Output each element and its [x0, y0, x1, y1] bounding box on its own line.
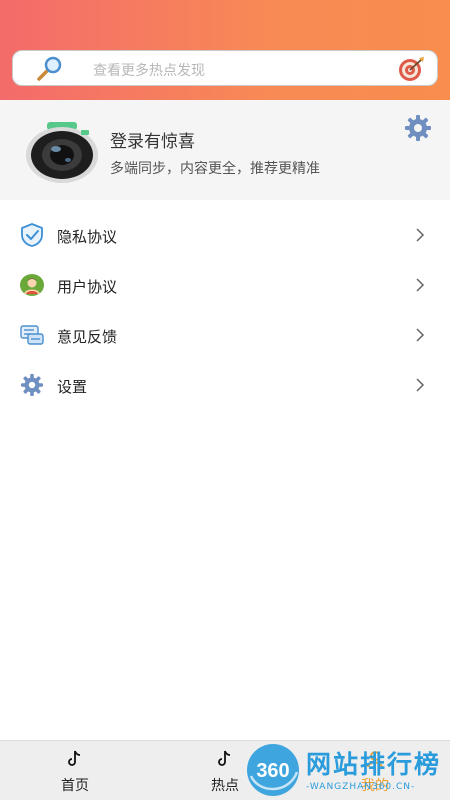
menu-item-feedback[interactable]: 意见反馈: [0, 310, 450, 360]
profile-card[interactable]: 登录有惊喜 多端同步，内容更全，推荐更精准: [0, 100, 450, 200]
menu-label-user-agreement: 用户协议: [57, 278, 118, 296]
menu-item-settings[interactable]: 设置: [0, 360, 450, 410]
chevron-right-icon: [416, 378, 425, 392]
menu-label-feedback: 意见反馈: [57, 328, 118, 346]
settings-menu: 隐私协议 用户协议 意见反馈 设置: [0, 210, 450, 410]
gear-icon: [21, 374, 43, 396]
chevron-right-icon: [416, 228, 425, 242]
watermark-logo: 360 网站排行榜 -WANGZHAN360.CN-: [243, 740, 450, 800]
gear-icon[interactable]: [404, 114, 432, 142]
target-icon[interactable]: [397, 56, 425, 82]
menu-label-settings: 设置: [57, 378, 88, 396]
feedback-chat-icon: [20, 325, 44, 345]
tab-home[interactable]: 首页: [35, 741, 115, 800]
camera-lens-icon: [26, 122, 98, 183]
tiktok-icon: [68, 750, 81, 766]
tab-label-home: 首页: [61, 778, 89, 794]
chevron-right-icon: [416, 278, 425, 292]
magnifier-icon: [37, 56, 62, 81]
shield-check-icon: [21, 223, 43, 247]
watermark-url: -WANGZHAN360.CN-: [306, 782, 416, 792]
search-bar[interactable]: 查看更多热点发现: [12, 50, 438, 86]
watermark-title: 网站排行榜: [306, 750, 442, 779]
chevron-right-icon: [416, 328, 425, 342]
user-avatar-icon: [20, 274, 44, 296]
login-title[interactable]: 登录有惊喜: [110, 127, 195, 152]
logo-badge-text: 360: [256, 760, 289, 782]
menu-label-privacy: 隐私协议: [57, 228, 118, 246]
top-header: 查看更多热点发现: [0, 0, 450, 100]
menu-item-user-agreement[interactable]: 用户协议: [0, 260, 450, 310]
logo-360-icon: 360: [247, 744, 299, 796]
login-subtitle: 多端同步，内容更全，推荐更精准: [110, 161, 320, 177]
search-placeholder: 查看更多热点发现: [93, 63, 205, 79]
menu-item-privacy[interactable]: 隐私协议: [0, 210, 450, 260]
tiktok-icon: [218, 750, 231, 766]
